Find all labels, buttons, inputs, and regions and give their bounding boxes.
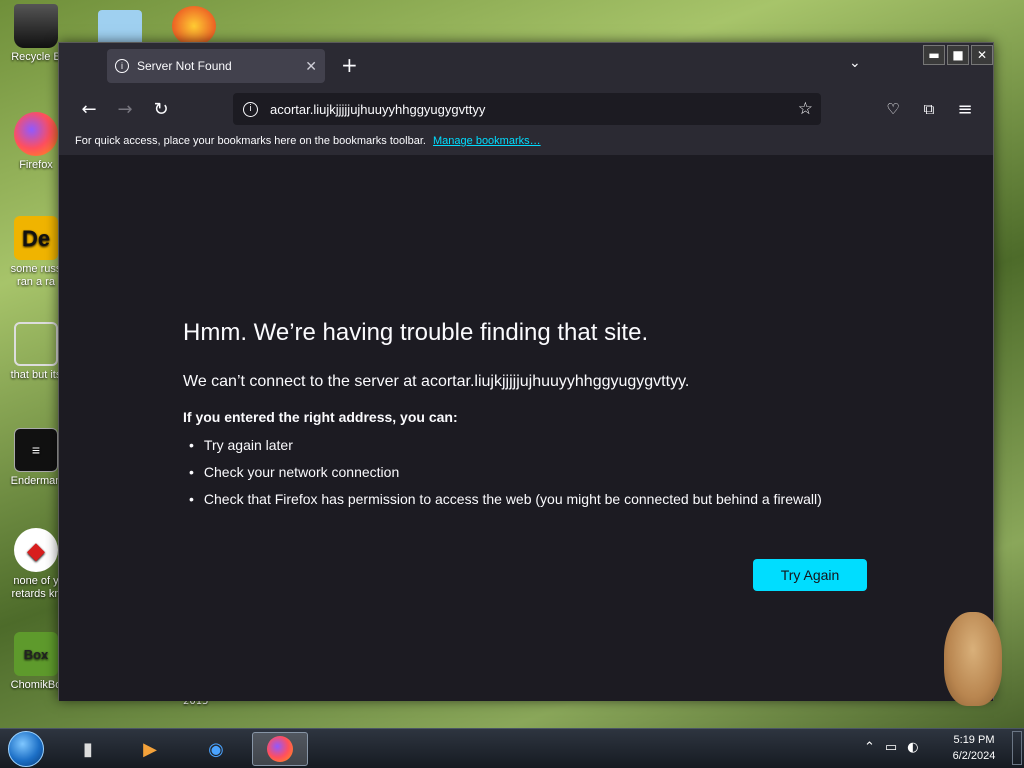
bookmarks-hint: For quick access, place your bookmarks h… — [75, 135, 426, 147]
recycle-bin-icon — [14, 4, 58, 48]
error-heading: Hmm. We’re having trouble finding that s… — [183, 319, 649, 346]
taskbar-app-terminal[interactable]: ▮ — [68, 732, 108, 766]
dino-icon: ◆ — [14, 528, 58, 572]
clock[interactable]: 5:19 PM 6/2/2024 — [944, 732, 1004, 764]
extensions-puzzle-icon[interactable]: ⧉ — [917, 97, 941, 121]
hamster-desktop-pet — [944, 612, 1002, 706]
forward-arrow-icon[interactable]: → — [113, 97, 137, 121]
tab-title: Server Not Found — [137, 59, 232, 73]
error-panel: Hmm. We’re having trouble finding that s… — [183, 319, 883, 518]
hamburger-menu-icon[interactable]: ≡ — [953, 97, 977, 121]
page-content: Hmm. We’re having trouble finding that s… — [59, 155, 993, 701]
desktop-app-icon-p[interactable] — [172, 6, 216, 46]
clock-date: 6/2/2024 — [952, 750, 996, 762]
app-icon: De — [14, 216, 58, 260]
new-tab-button[interactable]: + — [341, 53, 358, 77]
hamster-box-icon: Box — [14, 632, 58, 676]
site-info-icon[interactable]: i — [243, 101, 258, 117]
suggestion-item: Check that Firefox has permission to acc… — [183, 491, 883, 507]
minimize-button[interactable]: ▬ — [923, 45, 945, 65]
desktop-icon-label: none of y retards kn — [11, 575, 61, 600]
desktop-icon-label: Enderman — [10, 475, 62, 487]
desktop-icon-label: that but its — [10, 369, 62, 381]
suggestion-item: Check your network connection — [183, 464, 883, 480]
info-icon: i — [115, 59, 129, 73]
taskbar-app-media-player[interactable]: ▶ — [130, 732, 170, 766]
firefox-icon — [14, 112, 58, 156]
desktop-icon-label: Recycle B — [11, 51, 61, 63]
try-again-button[interactable]: Try Again — [753, 559, 867, 591]
error-message: We can’t connect to the server at acorta… — [183, 373, 690, 390]
desktop-icon-label: some russ ran a ra — [10, 263, 62, 288]
tab-bar: i Server Not Found ✕ + ⌄ ▬ ■ ✕ — [59, 43, 993, 87]
close-tab-icon[interactable]: ✕ — [305, 58, 317, 75]
desktop-icon-label: ChomikBo — [10, 679, 62, 691]
taskbar: ▮ ▶ ◉ ⌃ ▭ ◐ 5:19 PM 6/2/2024 — [0, 728, 1024, 768]
pocket-icon[interactable]: ♡ — [881, 97, 905, 121]
back-arrow-icon[interactable]: ← — [77, 97, 101, 121]
reload-icon[interactable]: ↻ — [149, 97, 173, 121]
desktop-icon-label: Firefox — [19, 159, 53, 171]
list-all-tabs-button[interactable]: ⌄ — [849, 55, 861, 71]
system-tray: ⌃ ▭ ◐ — [864, 740, 919, 755]
navigation-toolbar: ← → ↻ i acortar.liujkjjjjjujhuuyyhhggyug… — [59, 87, 993, 131]
start-button[interactable] — [8, 731, 44, 767]
error-hint: If you entered the right address, you ca… — [183, 409, 458, 425]
terminal-icon: ≡ — [14, 428, 58, 472]
copy-icon — [14, 322, 58, 366]
address-bar[interactable]: i acortar.liujkjjjjjujhuuyyhhggyugygvtty… — [233, 93, 821, 125]
url-text[interactable]: acortar.liujkjjjjjujhuuyyhhggyugygvttyy — [270, 102, 485, 117]
clock-time: 5:19 PM — [953, 734, 995, 746]
suggestion-list: Try again later Check your network conne… — [183, 437, 883, 507]
tab-server-not-found[interactable]: i Server Not Found ✕ — [107, 49, 325, 83]
bookmark-star-icon[interactable]: ☆ — [798, 99, 813, 119]
window-controls: ▬ ■ ✕ — [923, 45, 993, 65]
volume-icon[interactable]: ◐ — [907, 740, 918, 755]
taskbar-app-globe[interactable]: ◉ — [196, 732, 236, 766]
network-icon[interactable]: ▭ — [885, 740, 897, 755]
close-window-button[interactable]: ✕ — [971, 45, 993, 65]
suggestion-item: Try again later — [183, 437, 883, 453]
maximize-button[interactable]: ■ — [947, 45, 969, 65]
firefox-icon — [267, 736, 293, 762]
show-desktop-button[interactable] — [1012, 731, 1022, 765]
show-hidden-icons-icon[interactable]: ⌃ — [864, 740, 875, 755]
bookmarks-toolbar: For quick access, place your bookmarks h… — [59, 131, 993, 155]
manage-bookmarks-link[interactable]: Manage bookmarks… — [433, 135, 541, 147]
firefox-window: i Server Not Found ✕ + ⌄ ▬ ■ ✕ ← → ↻ i a… — [58, 42, 994, 701]
taskbar-app-firefox[interactable] — [252, 732, 308, 766]
